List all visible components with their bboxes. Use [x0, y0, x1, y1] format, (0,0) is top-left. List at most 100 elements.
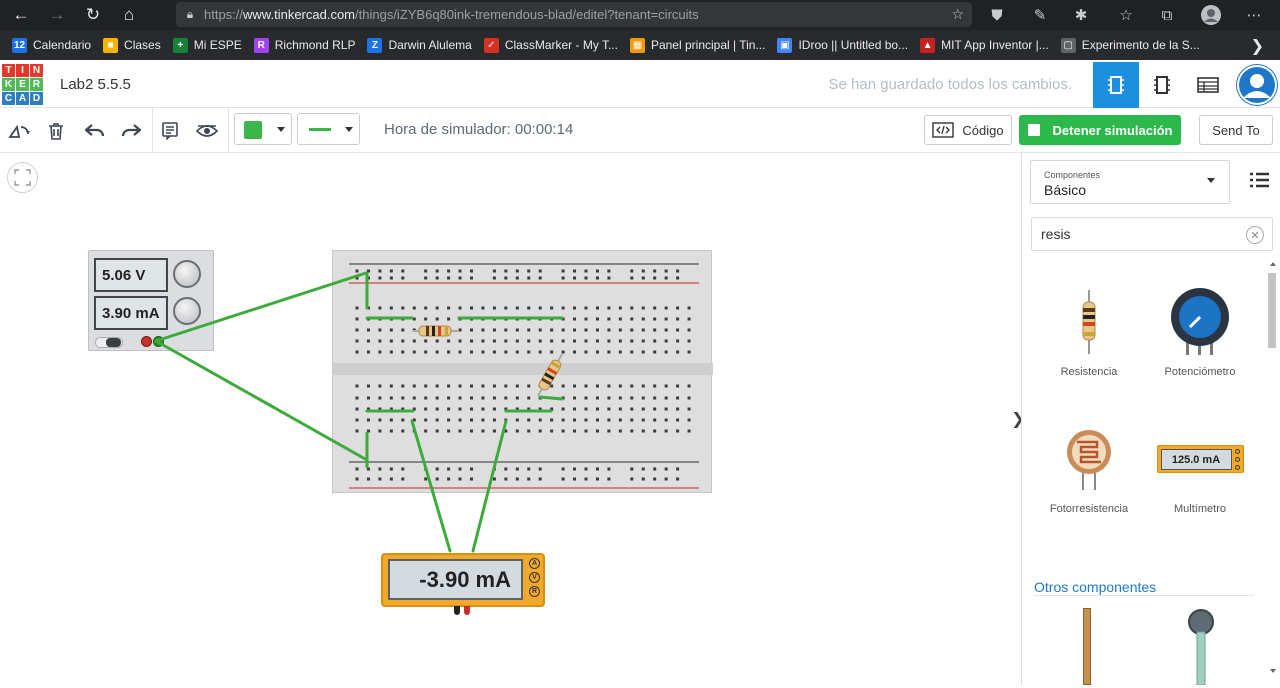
component-search[interactable]: ✕	[1031, 217, 1273, 251]
toolbar-divider	[228, 108, 229, 153]
component-photoresistor[interactable]: Fotorresistencia	[1034, 415, 1144, 515]
pen-icon[interactable]: ✎	[1025, 0, 1055, 30]
mode-r-button[interactable]: R	[529, 586, 540, 597]
logo-letter: K	[2, 78, 15, 91]
bookmarks-bar: 12 Calendario ■ Clases + Mi ESPE R Richmond RLP…	[0, 30, 1280, 60]
power-supply[interactable]: 5.06 V 3.90 mA	[88, 250, 214, 351]
bookmark-label: Mi ESPE	[193, 38, 242, 52]
scroll-down-arrow[interactable]	[1270, 669, 1276, 673]
bookmark-icon: +	[172, 37, 188, 53]
stop-simulation-label: Detener simulación	[1052, 122, 1173, 138]
voltage-knob[interactable]	[173, 260, 201, 288]
component-resistor[interactable]: Resistencia	[1034, 278, 1144, 378]
component-potentiometer[interactable]: Potenciómetro	[1145, 278, 1255, 378]
bookmark-label: ClassMarker - My T...	[504, 38, 618, 52]
component-multimeter[interactable]: 125.0 mA Multímetro	[1145, 415, 1255, 515]
negative-terminal[interactable]	[141, 336, 152, 347]
bookmark-item[interactable]: ✓ ClassMarker - My T...	[483, 37, 618, 53]
table-icon	[1197, 77, 1219, 93]
circuit-canvas[interactable]: 5.06 V 3.90 mA -3.90 mA A V R ❯	[0, 153, 1025, 685]
other-components-heading[interactable]: Otros componentes	[1034, 579, 1156, 595]
forward-icon[interactable]: →	[42, 0, 72, 30]
chevron-down-icon	[1207, 178, 1215, 183]
back-icon[interactable]: ←	[6, 0, 36, 30]
tinkercad-logo[interactable]: TIN KER CAD	[2, 64, 43, 106]
component-resistor-label: Resistencia	[1060, 366, 1118, 378]
positive-terminal[interactable]	[153, 336, 164, 347]
bookmark-item[interactable]: R Richmond RLP	[253, 37, 355, 53]
multimeter-reading: -3.90 mA	[388, 559, 523, 600]
bookmark-label: Clases	[124, 38, 161, 52]
components-dropdown[interactable]: Componentes Básico	[1030, 160, 1230, 204]
breadboard[interactable]	[332, 250, 713, 493]
component-list-view-button[interactable]	[1185, 62, 1231, 108]
bookmark-icon: Z	[367, 37, 383, 53]
mode-a-button[interactable]: A	[529, 558, 540, 569]
logo-letter: I	[16, 64, 29, 77]
bookmark-item[interactable]: Z Darwin Alulema	[367, 37, 472, 53]
components-dropdown-label: Componentes	[1044, 170, 1101, 180]
wire-type-dropdown[interactable]	[297, 113, 360, 145]
toolbar-divider	[152, 108, 153, 153]
probe-black[interactable]	[454, 606, 460, 615]
visibility-icon[interactable]	[192, 116, 222, 146]
schematic-view-button[interactable]	[1139, 62, 1185, 108]
clear-search-icon[interactable]: ✕	[1246, 226, 1264, 244]
delete-icon[interactable]	[41, 116, 71, 146]
code-icon	[932, 122, 955, 138]
favorites-icon[interactable]: ☆	[1111, 0, 1141, 30]
current-knob[interactable]	[173, 297, 201, 325]
undo-icon[interactable]	[80, 116, 110, 146]
wire-color-dropdown[interactable]	[234, 113, 292, 145]
code-button[interactable]: Código	[924, 115, 1012, 145]
probe-red[interactable]	[464, 606, 470, 615]
project-title[interactable]: Lab2 5.5.5	[60, 76, 131, 93]
extensions-icon[interactable]: ✱	[1066, 0, 1096, 30]
bookmark-item[interactable]: ■ Clases	[103, 37, 161, 53]
bookmark-icon: ✓	[483, 37, 499, 53]
power-switch[interactable]	[95, 337, 123, 348]
components-panel: Componentes Básico ✕ Resistencia Potenci…	[1021, 153, 1280, 686]
logo-letter: A	[16, 92, 29, 105]
more-icon[interactable]: ⋯	[1239, 0, 1269, 30]
reload-icon[interactable]: ↻	[78, 0, 108, 30]
bookmarks-overflow-icon[interactable]: ❯	[1251, 36, 1264, 56]
shield-icon[interactable]: ⛊	[982, 0, 1012, 30]
component-search-input[interactable]	[1041, 226, 1241, 242]
bookmark-item[interactable]: 12 Calendario	[12, 37, 91, 53]
section-divider	[1034, 595, 1254, 596]
scroll-up-arrow[interactable]	[1270, 262, 1276, 266]
profile-icon[interactable]	[1196, 0, 1226, 30]
stop-simulation-button[interactable]: Detener simulación	[1019, 115, 1181, 145]
multimeter-icon: 125.0 mA	[1156, 445, 1244, 473]
save-status: Se han guardado todos los cambios.	[828, 76, 1073, 93]
bookmark-label: Darwin Alulema	[388, 38, 472, 52]
bookmark-item[interactable]: ▦ Panel principal | Tin...	[629, 37, 765, 53]
favorite-star-icon[interactable]: ☆	[951, 6, 964, 23]
simulation-time: Hora de simulador: 00:00:14	[384, 121, 574, 138]
bookmark-label: Experimento de la S...	[1081, 38, 1200, 52]
scroll-thumb[interactable]	[1268, 273, 1276, 348]
fit-view-button[interactable]	[7, 162, 38, 193]
bookmark-item[interactable]: ▢ Experimento de la S...	[1060, 37, 1200, 53]
logo-letter: N	[30, 64, 43, 77]
collections-icon[interactable]: ⧉	[1152, 0, 1182, 30]
mode-v-button[interactable]: V	[529, 572, 540, 583]
rotate-icon[interactable]	[4, 116, 34, 146]
bookmark-item[interactable]: ▲ MIT App Inventor |...	[920, 37, 1049, 53]
bookmark-item[interactable]: ▣ IDroo || Untitled bo...	[777, 37, 908, 53]
redo-icon[interactable]	[116, 116, 146, 146]
component-force-sensor[interactable]	[1186, 608, 1216, 686]
notes-icon[interactable]	[155, 116, 185, 146]
circuit-view-button[interactable]	[1093, 62, 1139, 108]
user-avatar[interactable]	[1236, 64, 1278, 106]
address-bar[interactable]: 🔒︎ https://www.tinkercad.com/things/iZYB…	[176, 2, 972, 27]
list-view-icon[interactable]	[1248, 169, 1270, 191]
multimeter[interactable]: -3.90 mA A V R	[381, 553, 545, 615]
bookmark-item[interactable]: + Mi ESPE	[172, 37, 242, 53]
app-header: TIN KER CAD Lab2 5.5.5 Se han guardado tod…	[0, 62, 1280, 108]
send-to-button[interactable]: Send To	[1199, 115, 1273, 145]
home-icon[interactable]: ⌂	[114, 0, 144, 30]
component-flex-sensor[interactable]	[1083, 608, 1091, 685]
stop-icon	[1027, 124, 1040, 136]
